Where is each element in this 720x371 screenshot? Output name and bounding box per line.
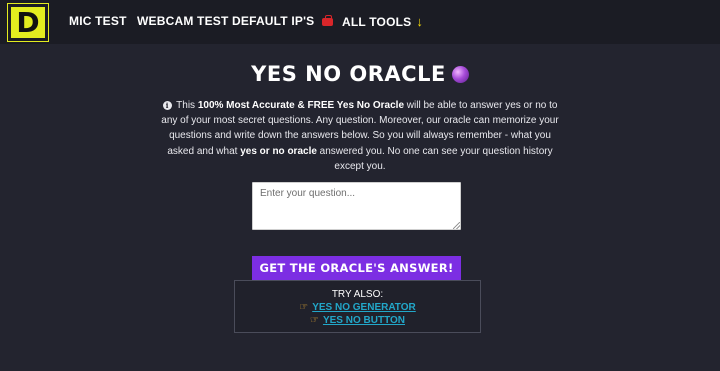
site-logo[interactable]: D <box>7 3 49 42</box>
page-title-text: YES NO ORACLE <box>251 62 446 86</box>
link-label: YES NO BUTTON <box>322 315 405 326</box>
top-navigation-bar: D MIC TEST WEBCAM TEST DEFAULT IP'S ALL … <box>0 0 720 44</box>
nav-label: MIC TEST <box>69 14 127 28</box>
nav-label: DEFAULT IP'S <box>232 14 315 28</box>
intro-text: This <box>173 100 198 111</box>
crystal-ball-icon <box>451 66 469 83</box>
info-icon: i <box>162 101 172 110</box>
link-label: YES NO GENERATOR <box>312 302 416 313</box>
intro-paragraph: i This 100% Most Accurate & FREE Yes No … <box>160 98 560 174</box>
get-answer-button[interactable]: GET THE ORACLE'S ANSWER! <box>252 256 461 280</box>
nav-default-ips[interactable]: DEFAULT IP'S <box>232 14 314 28</box>
link-yes-no-button[interactable]: ☞ YES NO BUTTON <box>235 315 480 326</box>
try-also-title: TRY ALSO: <box>331 289 384 300</box>
link-yes-no-generator[interactable]: ☞ YES NO GENERATOR <box>235 302 480 313</box>
try-also-box: TRY ALSO: ☞ YES NO GENERATOR ☞ YES NO BUTT… <box>234 280 481 333</box>
nav-label: ALL TOOLS <box>342 14 412 29</box>
nav-all-tools[interactable]: ALL TOOLS ↓ <box>322 14 423 29</box>
intro-text-bold: 100% Most Accurate & FREE Yes No Oracle <box>197 100 405 111</box>
pointing-hand-icon: ☞ <box>299 302 309 313</box>
nav-label: WEBCAM TEST <box>137 14 229 28</box>
nav-mic-test[interactable]: MIC TEST <box>69 14 127 28</box>
logo-letter: D <box>16 5 40 39</box>
arrow-down-icon: ↓ <box>416 14 424 29</box>
pointing-hand-icon: ☞ <box>309 315 319 326</box>
page-title: YES NO ORACLE <box>0 62 720 86</box>
nav-webcam-test[interactable]: WEBCAM TEST <box>137 14 229 28</box>
intro-text-bold: yes or no oracle <box>240 145 317 157</box>
toolbox-icon <box>322 14 333 26</box>
question-input[interactable] <box>252 182 461 230</box>
main-content: YES NO ORACLE i This 100% Most Accurate … <box>0 44 720 371</box>
intro-text: answered you. No one can see your questi… <box>316 145 553 172</box>
